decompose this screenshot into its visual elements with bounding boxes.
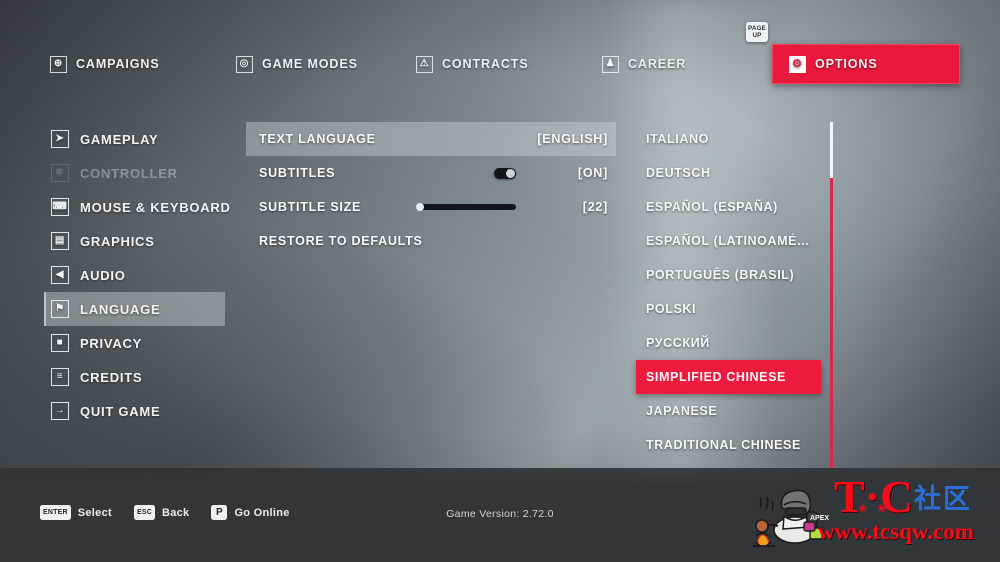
watermark-url: www.tcsqw.com [818, 519, 974, 544]
watermark: APEX ❀❀ T·C 社区 www.tcsqw.com [742, 474, 992, 550]
speaker-icon: ◀ [51, 266, 69, 284]
slider-handle[interactable] [416, 203, 424, 211]
language-label: ESPAÑOL (ESPAÑA) [646, 200, 778, 214]
settings-panel: TEXT LANGUAGE [ENGLISH] SUBTITLES [ON] S… [246, 122, 616, 258]
nav-tab-campaigns[interactable]: ⊕ CAMPAIGNS [50, 44, 160, 84]
settings-sidebar: ➤ GAMEPLAY ✻ CONTROLLER ⌨ MOUSE & KEYBOA… [44, 122, 230, 428]
watermark-brand-cn: 社区 [914, 484, 972, 514]
language-label: POLSKI [646, 302, 697, 316]
sidebar-item-graphics[interactable]: ▤ GRAPHICS [44, 224, 225, 258]
lock-icon: ■ [51, 334, 69, 352]
list-item[interactable]: TRADITIONAL CHINESE [636, 428, 821, 462]
page-up-line2: UP [752, 32, 762, 39]
pistol-icon: ➤ [51, 130, 69, 148]
nav-tab-label: CAREER [628, 57, 687, 71]
sidebar-item-label: CREDITS [80, 369, 143, 385]
subtitles-toggle[interactable] [494, 167, 516, 179]
nav-tab-label: CONTRACTS [442, 57, 529, 71]
setting-control-area [335, 167, 530, 179]
list-item[interactable]: ITALIANO [636, 122, 821, 156]
page-up-key-hint: PAGE UP [746, 22, 768, 42]
language-label: TRADITIONAL CHINESE [646, 438, 801, 452]
nav-tab-game-modes[interactable]: ◎ GAME MODES [236, 44, 358, 84]
nav-tab-contracts[interactable]: ⚠ CONTRACTS [416, 44, 529, 84]
setting-row-subtitle-size[interactable]: SUBTITLE SIZE [22] [246, 190, 616, 224]
language-label: DEUTSCH [646, 166, 711, 180]
list-item[interactable]: ESPAÑOL (LATINOAMÉ... [636, 224, 821, 258]
warning-icon: ⚠ [416, 55, 433, 73]
language-list: ITALIANO DEUTSCH ESPAÑOL (ESPAÑA) ESPAÑO… [636, 122, 821, 462]
nav-tab-options[interactable]: ⚙ OPTIONS [772, 44, 960, 84]
setting-row-text-language[interactable]: TEXT LANGUAGE [ENGLISH] [246, 122, 616, 156]
sidebar-item-label: GAMEPLAY [80, 131, 159, 147]
nav-tab-career[interactable]: ♟ CAREER [602, 44, 686, 84]
sidebar-item-label: CONTROLLER [80, 165, 178, 181]
setting-row-restore-defaults[interactable]: RESTORE TO DEFAULTS [246, 224, 616, 258]
scrollbar-thumb[interactable] [830, 122, 833, 178]
flag-icon: ⚑ [51, 300, 69, 318]
target-icon: ◎ [236, 55, 253, 73]
list-icon: ≡ [51, 368, 69, 386]
sidebar-item-credits[interactable]: ≡ CREDITS [44, 360, 225, 394]
sidebar-item-quit-game[interactable]: → QUIT GAME [44, 394, 225, 428]
nav-tab-label: GAME MODES [262, 57, 358, 71]
toggle-knob [506, 168, 515, 178]
sidebar-item-privacy[interactable]: ■ PRIVACY [44, 326, 225, 360]
monitor-icon: ▤ [51, 232, 69, 250]
language-label: РУССКИЙ [646, 336, 710, 350]
setting-value: [22] [582, 200, 608, 214]
setting-label: TEXT LANGUAGE [259, 132, 376, 146]
list-item-selected[interactable]: SIMPLIFIED CHINESE [636, 360, 821, 394]
gear-icon: ⚙ [789, 55, 806, 73]
list-item[interactable]: PORTUGUÊS (BRASIL) [636, 258, 821, 292]
language-label: ESPAÑOL (LATINOAMÉ... [646, 234, 810, 248]
setting-row-subtitles[interactable]: SUBTITLES [ON] [246, 156, 616, 190]
list-item[interactable]: ESPAÑOL (ESPAÑA) [636, 190, 821, 224]
sidebar-item-controller: ✻ CONTROLLER [44, 156, 225, 190]
setting-label: SUBTITLES [259, 166, 336, 180]
globe-icon: ⊕ [50, 55, 67, 73]
setting-value: [ON] [577, 166, 608, 180]
top-navigation: ⊕ CAMPAIGNS ◎ GAME MODES ⚠ CONTRACTS ♟ C… [0, 44, 1000, 84]
keyboard-icon: ⌨ [51, 198, 69, 216]
gamepad-icon: ✻ [51, 164, 69, 182]
sidebar-item-label: QUIT GAME [80, 403, 161, 419]
subtitle-size-slider[interactable] [416, 203, 516, 211]
setting-label: RESTORE TO DEFAULTS [259, 234, 423, 248]
list-item[interactable]: РУССКИЙ [636, 326, 821, 360]
list-item[interactable]: POLSKI [636, 292, 821, 326]
sidebar-item-label: LANGUAGE [80, 301, 161, 317]
list-item[interactable]: DEUTSCH [636, 156, 821, 190]
setting-value: [ENGLISH] [537, 132, 608, 146]
bottom-bar: ENTER Select ESC Back P Go Online Game V… [0, 468, 1000, 562]
language-label: ITALIANO [646, 132, 709, 146]
sidebar-item-label: AUDIO [80, 267, 126, 283]
sidebar-item-label: MOUSE & KEYBOARD [80, 199, 231, 215]
sidebar-item-gameplay[interactable]: ➤ GAMEPLAY [44, 122, 225, 156]
language-label: SIMPLIFIED CHINESE [646, 370, 786, 384]
sidebar-item-language[interactable]: ⚑ LANGUAGE [44, 292, 225, 326]
nav-tab-label: CAMPAIGNS [76, 57, 160, 71]
setting-label: SUBTITLE SIZE [259, 200, 362, 214]
page-up-line1: PAGE [748, 25, 766, 32]
sidebar-item-label: PRIVACY [80, 335, 143, 351]
person-icon: ♟ [602, 55, 619, 73]
language-list-scrollbar[interactable] [830, 122, 833, 468]
sidebar-item-label: GRAPHICS [80, 233, 155, 249]
language-label: PORTUGUÊS (BRASIL) [646, 268, 795, 282]
sidebar-item-audio[interactable]: ◀ AUDIO [44, 258, 225, 292]
watermark-brand: T·C [834, 471, 914, 522]
exit-icon: → [51, 402, 69, 420]
language-label: JAPANESE [646, 404, 718, 418]
nav-tab-label: OPTIONS [815, 57, 878, 71]
setting-control-area [361, 203, 530, 211]
sidebar-item-mouse-keyboard[interactable]: ⌨ MOUSE & KEYBOARD [44, 190, 230, 224]
list-item[interactable]: JAPANESE [636, 394, 821, 428]
